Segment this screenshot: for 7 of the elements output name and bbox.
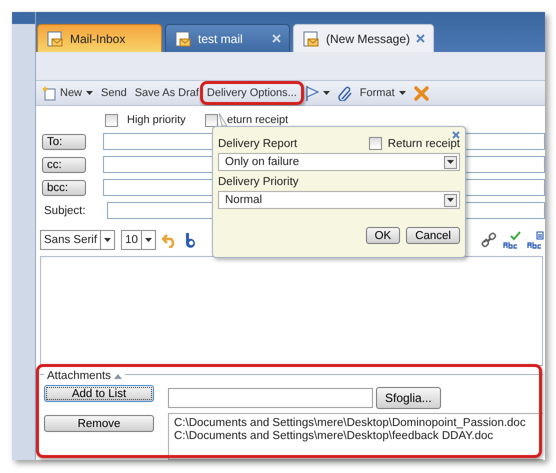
checkbox-label: Return receipt bbox=[388, 138, 460, 150]
checkbox-label: eturn receipt bbox=[227, 114, 288, 126]
attachments-legend: Attachments bbox=[47, 370, 111, 382]
delivery-report-label: Delivery Report bbox=[218, 138, 298, 150]
delivery-priority-label: Delivery Priority bbox=[218, 176, 300, 188]
checkbox-label: High priority bbox=[127, 114, 186, 126]
subject-label: Subject: bbox=[43, 204, 87, 216]
